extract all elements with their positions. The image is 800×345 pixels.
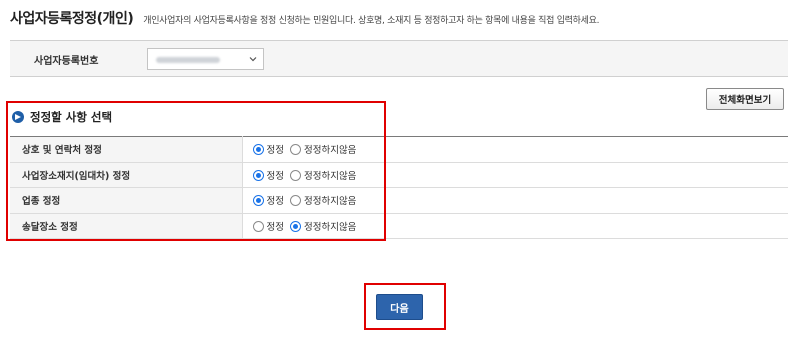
arrow-circle-icon bbox=[12, 111, 24, 123]
option-row-label: 상호 및 연락처 정정 bbox=[10, 136, 243, 163]
page-description: 개인사업자의 사업자등록사항을 정정 신청하는 민원입니다. 상호명, 소재지 … bbox=[143, 16, 600, 26]
option-row-label: 송달장소 정정 bbox=[10, 213, 243, 239]
page-title: 사업자등록정정(개인) bbox=[10, 11, 134, 27]
option-row: 사업장소재지(임대차) 정정 정정 정정하지않음 bbox=[10, 162, 788, 188]
radio-correct[interactable]: 정정 bbox=[252, 220, 284, 233]
radio-button[interactable] bbox=[252, 169, 264, 181]
radio-button[interactable] bbox=[252, 220, 264, 232]
business-number-label: 사업자등록번호 bbox=[34, 56, 99, 67]
option-row-label: 사업장소재지(임대차) 정정 bbox=[10, 162, 243, 188]
radio-button[interactable] bbox=[252, 144, 264, 156]
radio-label: 정정 bbox=[266, 145, 284, 157]
radio-button[interactable] bbox=[289, 195, 301, 207]
radio-no-correct[interactable]: 정정하지않음 bbox=[289, 195, 357, 208]
option-row-choices: 정정 정정하지않음 bbox=[242, 213, 788, 239]
option-row: 상호 및 연락처 정정 정정 정정하지않음 bbox=[10, 136, 788, 163]
option-row: 송달장소 정정 정정 정정하지않음 bbox=[10, 213, 788, 239]
radio-correct[interactable]: 정정 bbox=[252, 195, 284, 208]
business-number-value bbox=[156, 57, 220, 63]
radio-button[interactable] bbox=[289, 220, 301, 232]
chevron-down-icon bbox=[249, 57, 257, 62]
radio-label: 정정하지않음 bbox=[303, 145, 357, 157]
fullscreen-button[interactable]: 전체화면보기 bbox=[706, 88, 784, 110]
option-row: 업종 정정 정정 정정하지않음 bbox=[10, 187, 788, 214]
option-row-label: 업종 정정 bbox=[10, 187, 243, 214]
radio-label: 정정 bbox=[266, 221, 284, 233]
radio-correct[interactable]: 정정 bbox=[252, 169, 284, 182]
radio-button[interactable] bbox=[289, 169, 301, 181]
correction-options-table: 상호 및 연락처 정정 정정 정정하지않음 사업장소재지(임대차) 정정 정정 정정하지않… bbox=[10, 136, 788, 239]
page-header: 사업자등록정정(개인) 개인사업자의 사업자등록사항을 정정 신청하는 민원입니… bbox=[10, 8, 790, 32]
option-row-choices: 정정 정정하지않음 bbox=[242, 187, 788, 214]
option-row-choices: 정정 정정하지않음 bbox=[242, 136, 788, 163]
radio-no-correct[interactable]: 정정하지않음 bbox=[289, 220, 357, 233]
radio-correct[interactable]: 정정 bbox=[252, 144, 284, 157]
section-header: 정정할 사항 선택 bbox=[12, 107, 112, 127]
radio-no-correct[interactable]: 정정하지않음 bbox=[289, 144, 357, 157]
radio-label: 정정하지않음 bbox=[303, 196, 357, 208]
radio-label: 정정하지않음 bbox=[303, 221, 357, 233]
radio-no-correct[interactable]: 정정하지않음 bbox=[289, 169, 357, 182]
radio-label: 정정 bbox=[266, 196, 284, 208]
section-title: 정정할 사항 선택 bbox=[30, 110, 113, 124]
business-number-select[interactable] bbox=[147, 48, 264, 70]
radio-button[interactable] bbox=[252, 195, 264, 207]
business-number-panel: 사업자등록번호 bbox=[10, 40, 788, 77]
radio-label: 정정 bbox=[266, 170, 284, 182]
option-row-choices: 정정 정정하지않음 bbox=[242, 162, 788, 188]
radio-button[interactable] bbox=[289, 144, 301, 156]
radio-label: 정정하지않음 bbox=[303, 170, 357, 182]
next-button[interactable]: 다음 bbox=[376, 294, 423, 320]
